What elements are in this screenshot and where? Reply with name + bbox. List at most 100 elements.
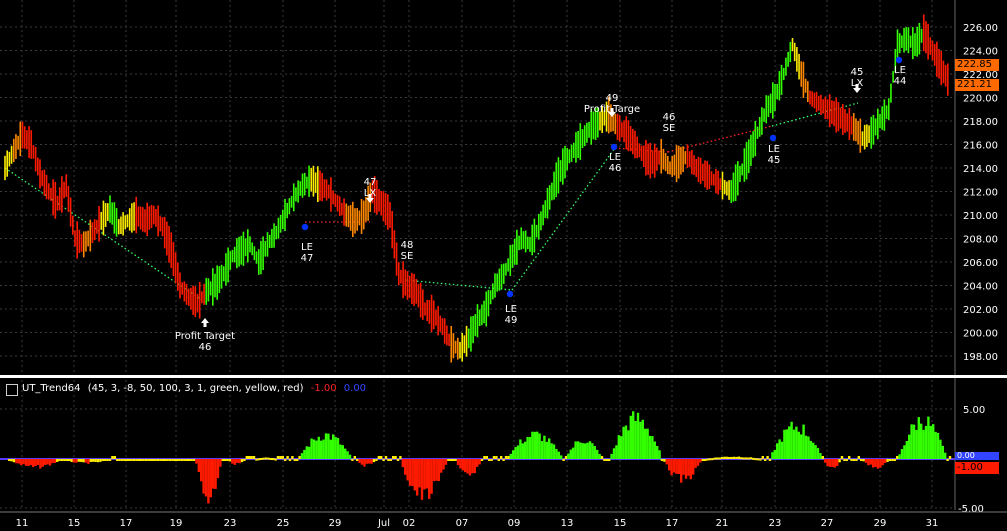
indicator-bar [125, 459, 128, 461]
indicator-bar [430, 459, 433, 494]
date-axis-label: 25 [277, 518, 290, 529]
indicator-bar [617, 435, 620, 459]
price-axis-label: 220.00 [963, 94, 998, 105]
indicator-bar [56, 459, 59, 462]
signal-sublabel: 44 [894, 76, 907, 87]
indicator-bar [447, 459, 450, 461]
indicator-bar [723, 456, 726, 459]
indicator-bar [178, 459, 181, 461]
indicator-bar [466, 459, 469, 474]
indicator-bar [324, 433, 328, 459]
indicator-bar [584, 443, 587, 459]
indicator-axis-label: 5.00 [963, 405, 985, 416]
signal-sublabel: LX [851, 78, 864, 89]
indicator-bar [725, 456, 728, 459]
indicator-bar [406, 459, 409, 481]
indicator-bar [8, 459, 11, 461]
panel-divider[interactable] [0, 375, 1007, 378]
indicator-bar [620, 436, 623, 459]
indicator-bar [852, 459, 856, 461]
indicator-bar [672, 459, 676, 473]
indicator-bar [512, 450, 515, 459]
indicator-bar [644, 428, 647, 459]
indicator-bar [392, 456, 395, 459]
indicator-bar [684, 459, 688, 479]
indicator-bar [694, 459, 697, 468]
indicator-bar [692, 459, 695, 475]
indicator-bar [874, 459, 877, 467]
indicator-bar [776, 443, 779, 459]
indicator-bar [483, 456, 486, 459]
indicator-bar [840, 456, 844, 459]
indicator-bar [22, 459, 25, 465]
price-axis-label: 214.00 [963, 164, 998, 175]
indicator-bar [843, 459, 846, 461]
indicator-bar [920, 423, 923, 459]
indicator-bar [579, 442, 582, 459]
indicator-bar [135, 459, 138, 461]
indicator-bar [948, 456, 952, 459]
indicator-bar [586, 442, 589, 459]
indicator-bar [238, 459, 241, 464]
indicator-bar [795, 426, 798, 459]
indicator-bar [272, 458, 275, 461]
indicator-bar [888, 459, 892, 462]
indicator-bar [908, 434, 911, 459]
indicator-bar [656, 446, 659, 459]
indicator-bar [545, 441, 548, 459]
indicator-bar [231, 459, 234, 464]
entry-marker [506, 290, 514, 298]
indicator-bar [10, 459, 13, 462]
signal-sublabel: SE [663, 123, 676, 134]
indicator-bar [416, 459, 419, 496]
signal-label: 49 [606, 93, 619, 104]
indicator-bar [636, 412, 640, 459]
indicator-bar [632, 411, 635, 459]
indicator-bar [315, 440, 318, 459]
indicator-bar [768, 459, 772, 461]
indicator-bar [932, 424, 935, 459]
indicator-bar [444, 459, 448, 465]
indicator-bar [358, 459, 361, 463]
indicator-bar [51, 459, 54, 464]
indicator-bar [560, 455, 563, 459]
indicator-bar [161, 459, 164, 461]
indicator-name[interactable]: UT_Trend64 [22, 383, 81, 394]
indicator-bar [869, 459, 872, 465]
indicator-bar [557, 451, 560, 459]
indicator-bar [168, 459, 172, 461]
indicator-bar [60, 459, 64, 461]
indicator-bar [504, 456, 508, 459]
signal-label: 47 [364, 177, 377, 188]
indicator-bar [910, 424, 913, 459]
indicator-bar [70, 459, 73, 462]
date-axis-label: 29 [329, 518, 342, 529]
indicator-bar [785, 429, 788, 459]
indicator-bar [264, 457, 268, 460]
indicator-bar [382, 459, 385, 461]
signal-label: LE [609, 152, 621, 163]
signal-sublabel: 45 [768, 155, 781, 166]
indicator-bar [668, 459, 671, 471]
indicator-bar [778, 439, 781, 459]
price-chart[interactable]: Profit Target46LE4747LX48SELE4949Profit … [0, 0, 1007, 531]
indicator-bar [608, 459, 611, 461]
indicator-bar [375, 459, 378, 461]
indicator-bar [363, 459, 366, 467]
date-axis-label: 02 [403, 518, 416, 529]
indicator-bar [185, 459, 188, 461]
indicator-bar [24, 459, 28, 466]
indicator-bar [432, 459, 436, 482]
indicator-box-icon[interactable] [6, 384, 18, 396]
indicator-bar [113, 456, 116, 459]
indicator-bar [132, 459, 136, 461]
signal-label: 48 [401, 240, 414, 251]
indicator-bar [449, 459, 452, 461]
indicator-bar [195, 459, 198, 464]
indicator-bar [120, 459, 124, 461]
price-axis-label: 226.00 [963, 23, 998, 34]
indicator-bar [680, 459, 683, 483]
indicator-bar [413, 459, 416, 491]
indicator-bar [576, 441, 580, 459]
indicator-bar [75, 459, 78, 463]
